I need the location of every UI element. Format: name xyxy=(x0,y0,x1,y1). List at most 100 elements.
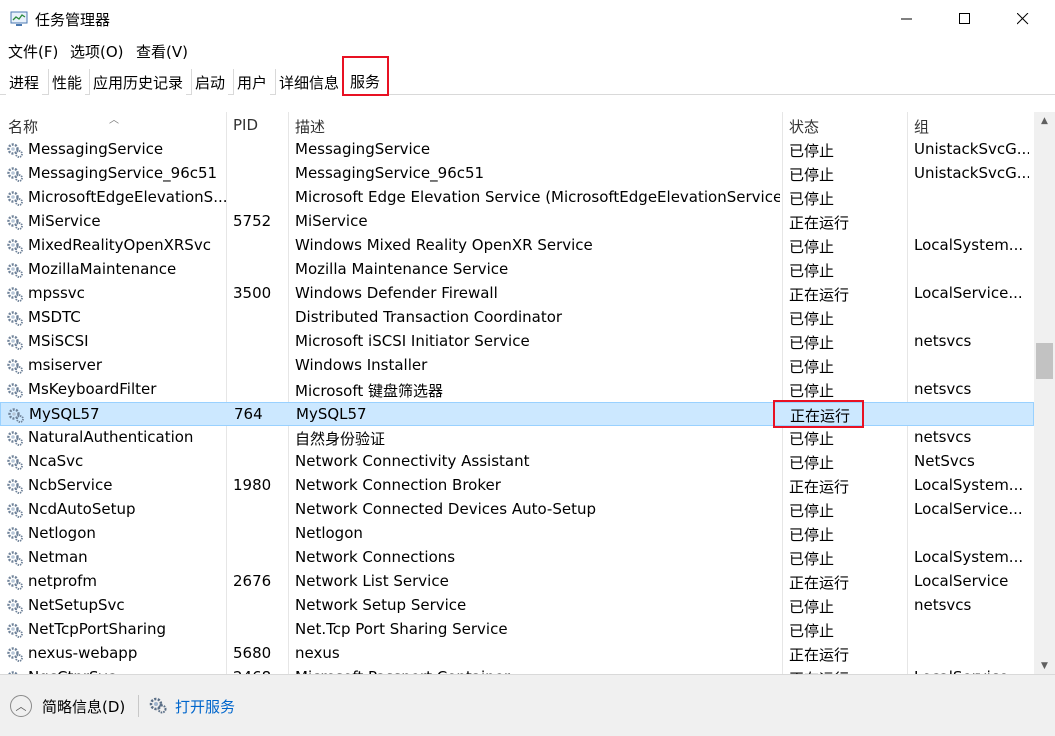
table-row[interactable]: NcdAutoSetup Network Connected Devices Au… xyxy=(0,498,1034,522)
service-status: 已停止 xyxy=(789,142,835,160)
service-description: Network Connectivity Assistant xyxy=(295,452,530,470)
service-description: Microsoft iSCSI Initiator Service xyxy=(295,332,530,350)
tab-users[interactable]: 用户 xyxy=(233,69,271,95)
fewer-details-button[interactable]: 简略信息(D) xyxy=(42,696,125,717)
minimize-button[interactable] xyxy=(884,0,930,38)
service-description: Windows Defender Firewall xyxy=(295,284,498,302)
service-gear-icon xyxy=(6,141,24,159)
service-name: nexus-webapp xyxy=(28,644,138,662)
column-header-description[interactable]: 描述 xyxy=(295,116,325,137)
service-group: UnistackSvcG... xyxy=(914,140,1029,158)
tab-processes[interactable]: 进程 xyxy=(6,69,43,95)
scroll-down-arrow-icon[interactable]: ▼ xyxy=(1034,657,1055,674)
service-status: 正在运行 xyxy=(789,478,850,496)
table-row[interactable]: MessagingService MessagingService 已停止 Unist… xyxy=(0,138,1034,162)
table-row[interactable]: netprofm 2676 Network List Service 正在运行 Loca… xyxy=(0,570,1034,594)
service-description: MessagingService xyxy=(295,140,431,158)
table-row[interactable]: msiserver Windows Installer 已停止 xyxy=(0,354,1034,378)
tab-services[interactable]: 服务 xyxy=(342,56,389,96)
table-row[interactable]: mpssvc 3500 Windows Defender Firewall 正在运行 L… xyxy=(0,282,1034,306)
title-bar: 任务管理器 xyxy=(0,0,1055,38)
menu-bar: 文件(F) 选项(O) 查看(V) xyxy=(0,38,1055,64)
service-name: MSiSCSI xyxy=(28,332,89,350)
table-row[interactable]: MSDTC Distributed Transaction Coordinator… xyxy=(0,306,1034,330)
service-description: MiService xyxy=(295,212,368,230)
table-row[interactable]: Netman Network Connections 已停止 LocalSystem.… xyxy=(0,546,1034,570)
tab-app-history[interactable]: 应用历史记录 xyxy=(89,69,187,95)
service-description: MessagingService_96c51 xyxy=(295,164,485,182)
table-row[interactable]: MiService 5752 MiService 正在运行 xyxy=(0,210,1034,234)
column-header-name[interactable]: 名称 xyxy=(8,116,38,137)
service-pid: 5680 xyxy=(233,644,272,662)
service-pid: 764 xyxy=(234,405,263,423)
table-row[interactable]: NetTcpPortSharing Net.Tcp Port Sharing Se… xyxy=(0,618,1034,642)
scroll-thumb[interactable] xyxy=(1036,343,1053,379)
table-row[interactable]: MessagingService_96c51 MessagingService_9… xyxy=(0,162,1034,186)
table-row[interactable]: nexus-webapp 5680 nexus 正在运行 xyxy=(0,642,1034,666)
tab-startup[interactable]: 启动 xyxy=(191,69,229,95)
menu-options[interactable]: 选项(O) xyxy=(70,41,124,62)
service-gear-icon xyxy=(6,285,24,303)
service-gear-icon xyxy=(6,621,24,639)
service-description: Network Setup Service xyxy=(295,596,467,614)
service-name: MessagingService_96c51 xyxy=(28,164,218,182)
table-row[interactable]: NaturalAuthentication 自然身份验证 已停止 netsvcs xyxy=(0,426,1034,450)
menu-file[interactable]: 文件(F) xyxy=(8,41,58,62)
service-status: 已停止 xyxy=(789,190,835,208)
column-header-pid[interactable]: PID xyxy=(233,116,258,134)
close-button[interactable] xyxy=(1000,0,1046,38)
table-row[interactable]: MsKeyboardFilter Microsoft 键盘筛选器 已停止 netsvc… xyxy=(0,378,1034,402)
service-gear-icon xyxy=(6,357,24,375)
service-group: LocalSystem... xyxy=(914,236,1024,254)
footer-divider xyxy=(138,695,139,717)
table-row[interactable]: MSiSCSI Microsoft iSCSI Initiator Service… xyxy=(0,330,1034,354)
column-header-group[interactable]: 组 xyxy=(914,116,929,137)
service-description: Microsoft 键盘筛选器 xyxy=(295,382,444,400)
menu-view[interactable]: 查看(V) xyxy=(136,41,188,62)
service-group: UnistackSvcG... xyxy=(914,164,1029,182)
table-row[interactable]: MicrosoftEdgeElevationS... Microsoft Edge… xyxy=(0,186,1034,210)
table-row[interactable]: NcaSvc Network Connectivity Assistant 已停止 N… xyxy=(0,450,1034,474)
service-description: Mozilla Maintenance Service xyxy=(295,260,509,278)
service-pid: 3500 xyxy=(233,284,272,302)
service-description: Windows Mixed Reality OpenXR Service xyxy=(295,236,593,254)
service-gear-icon xyxy=(6,261,24,279)
service-gear-icon xyxy=(6,213,24,231)
service-description: Netlogon xyxy=(295,524,363,542)
table-row[interactable]: NgcCtnrSvc2468Microsoft Passport Contain… xyxy=(0,666,1034,674)
service-name: MiService xyxy=(28,212,101,230)
service-group: netsvcs xyxy=(914,332,972,350)
table-row[interactable]: MixedRealityOpenXRSvc Windows Mixed Reali… xyxy=(0,234,1034,258)
service-group: LocalService... xyxy=(914,284,1023,302)
service-description: Network Connected Devices Auto-Setup xyxy=(295,500,596,518)
service-description: nexus xyxy=(295,644,340,662)
service-name: NcbService xyxy=(28,476,113,494)
column-header-status[interactable]: 状态 xyxy=(789,116,819,137)
table-row[interactable]: NcbService 1980 Network Connection Broker 正… xyxy=(0,474,1034,498)
service-name: NetTcpPortSharing xyxy=(28,620,167,638)
service-status: 已停止 xyxy=(789,622,835,640)
service-gear-icon xyxy=(6,501,24,519)
task-manager-icon xyxy=(10,11,28,26)
table-row[interactable]: Netlogon Netlogon 已停止 xyxy=(0,522,1034,546)
service-gear-icon xyxy=(6,597,24,615)
services-gear-icon xyxy=(149,697,167,714)
scroll-up-arrow-icon[interactable]: ▲ xyxy=(1034,112,1055,129)
table-row[interactable]: NetSetupSvc Network Setup Service 已停止 netsv… xyxy=(0,594,1034,618)
service-group: LocalSystem... xyxy=(914,476,1024,494)
table-row[interactable]: MySQL57 764 MySQL57 正在运行 xyxy=(0,402,1034,426)
chevron-up-icon[interactable]: ︿ xyxy=(10,695,32,717)
service-status: 已停止 xyxy=(789,598,835,616)
table-row[interactable]: MozillaMaintenance Mozilla Maintenance Se… xyxy=(0,258,1034,282)
service-description: 自然身份验证 xyxy=(295,430,386,448)
service-status: 已停止 xyxy=(789,502,835,520)
tab-details[interactable]: 详细信息 xyxy=(275,69,343,95)
footer-bar: ︿ 简略信息(D) 打开服务 xyxy=(0,674,1055,736)
open-services-link[interactable]: 打开服务 xyxy=(175,696,235,717)
service-gear-icon xyxy=(6,573,24,591)
tab-performance[interactable]: 性能 xyxy=(48,69,86,95)
maximize-button[interactable] xyxy=(942,0,988,38)
minimize-icon xyxy=(901,18,912,20)
service-status: 正在运行 xyxy=(789,574,850,592)
vertical-scrollbar[interactable]: ▲ ▼ xyxy=(1034,112,1055,674)
